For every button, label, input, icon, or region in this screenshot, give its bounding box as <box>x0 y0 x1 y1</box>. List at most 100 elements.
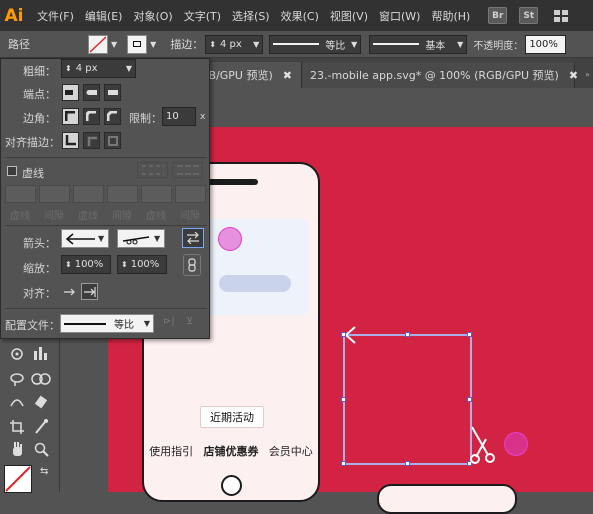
symbol-sprayer-icon[interactable] <box>6 343 28 363</box>
brush-definition[interactable]: 基本 ▼ <box>369 34 468 54</box>
selection-handle[interactable] <box>467 332 472 337</box>
dashed-line-checkbox[interactable] <box>7 166 17 176</box>
menu-help[interactable]: 帮助(H) <box>431 8 470 24</box>
tab-mobile-app-svg[interactable]: 23.-mobile app.svg* @ 100% (RGB/GPU 预览) ✖ <box>302 62 578 88</box>
shape-builder-icon[interactable] <box>30 369 52 389</box>
menu-select[interactable]: 选择(S) <box>232 8 270 24</box>
gap-field-3[interactable] <box>175 185 206 203</box>
close-icon[interactable]: ✖ <box>569 69 578 82</box>
menu-file[interactable]: 文件(F) <box>37 8 74 24</box>
dash-align-corners-button[interactable] <box>172 162 203 178</box>
align-stroke-label: 对齐描边： <box>5 136 60 149</box>
lasso-icon[interactable] <box>6 369 28 389</box>
flip-across-icon[interactable]: ⊻ <box>186 316 193 327</box>
variable-width-profile[interactable]: 等比 ▼ <box>269 34 362 54</box>
stroke-weight-field[interactable]: ⬍ 4 px ▼ <box>205 34 264 54</box>
phone-pill-placeholder[interactable] <box>219 275 291 292</box>
phone-home-button[interactable] <box>221 475 242 496</box>
butt-cap-button[interactable] <box>62 84 79 101</box>
arrow-extend-button[interactable] <box>61 283 78 300</box>
menu-object[interactable]: 对象(O) <box>133 8 172 24</box>
crop-icon[interactable] <box>6 417 28 437</box>
bevel-join-button[interactable] <box>104 108 121 125</box>
promo-button[interactable]: 近期活动 <box>200 406 264 428</box>
bridge-button[interactable]: Br <box>488 7 508 24</box>
click-indicator <box>218 227 242 251</box>
bar-graph-icon[interactable] <box>30 343 52 363</box>
stroke-label: 描边： <box>170 38 204 51</box>
app-logo: Ai <box>0 0 28 31</box>
eraser-icon[interactable] <box>30 392 52 412</box>
round-join-button[interactable] <box>83 108 100 125</box>
start-arrowhead-select[interactable]: ▼ <box>61 229 109 248</box>
align-center-button[interactable] <box>62 132 79 149</box>
fill-color-swatch[interactable] <box>4 465 32 493</box>
gap-label-3: 间隙 <box>180 211 200 222</box>
selection-handle[interactable] <box>341 461 346 466</box>
fill-swatch[interactable] <box>88 34 108 54</box>
miter-join-button[interactable] <box>62 108 79 125</box>
zoom-icon[interactable] <box>30 439 52 459</box>
gap-field-2[interactable] <box>107 185 138 203</box>
scissors-icon <box>470 426 495 464</box>
start-scale-field[interactable]: ⬍ 100% <box>61 255 111 274</box>
workspace-grid-icon[interactable] <box>550 7 572 24</box>
phone-nav-row: 使用指引 店铺优惠券 会员中心 <box>144 442 318 460</box>
selection-handle[interactable] <box>405 461 410 466</box>
hand-icon[interactable] <box>6 439 28 459</box>
menu-effect[interactable]: 效果(C) <box>281 8 319 24</box>
opacity-field[interactable]: 100% <box>525 34 567 54</box>
selection-handle[interactable] <box>341 332 346 337</box>
dash-field-3[interactable] <box>141 185 172 203</box>
chevron-down-icon[interactable]: ▼ <box>111 40 117 49</box>
menu-type[interactable]: 文字(T) <box>184 8 221 24</box>
tabs-overflow-icon[interactable]: » <box>585 70 590 79</box>
dash-field-2[interactable] <box>73 185 104 203</box>
weight-label: 粗细： <box>23 65 56 78</box>
selection-handle[interactable] <box>341 397 346 402</box>
limit-field[interactable]: 10 <box>162 107 196 126</box>
end-arrowhead-select[interactable]: ▼ <box>117 229 165 248</box>
end-scale-field[interactable]: ⬍ 100% <box>117 255 167 274</box>
cap-label: 端点： <box>23 88 56 101</box>
corner-label: 边角： <box>23 112 56 125</box>
control-panel-name: 路径 <box>8 38 30 51</box>
profile-select[interactable]: 等比 ▼ <box>60 314 154 333</box>
dash-label-1: 虚线 <box>10 211 30 222</box>
projecting-cap-button[interactable] <box>104 84 121 101</box>
menu-window[interactable]: 窗口(W) <box>379 8 420 24</box>
arrow-align-label: 对齐： <box>23 287 56 300</box>
selected-path[interactable] <box>335 325 485 475</box>
arrowheads-label: 箭头： <box>23 237 56 250</box>
flip-along-icon[interactable]: ⊳| <box>163 316 175 327</box>
selection-handle[interactable] <box>467 397 472 402</box>
selection-handle[interactable] <box>405 332 410 337</box>
stock-button[interactable]: St <box>519 7 539 24</box>
menu-edit[interactable]: 编辑(E) <box>85 8 123 24</box>
dash-preserve-button[interactable] <box>137 162 168 178</box>
gap-field-1[interactable] <box>39 185 70 203</box>
align-outside-button[interactable] <box>104 132 121 149</box>
dash-field-1[interactable] <box>5 185 36 203</box>
nav-guide[interactable]: 使用指引 <box>149 443 193 459</box>
arrow-place-button[interactable] <box>81 283 98 300</box>
chevron-down-icon[interactable]: ▼ <box>150 40 156 49</box>
tab-active-document[interactable]: GB/GPU 预览) ✖ <box>200 62 302 88</box>
round-cap-button[interactable] <box>83 84 100 101</box>
align-inside-button[interactable] <box>83 132 100 149</box>
scale-label: 缩放： <box>23 262 56 275</box>
close-icon[interactable]: ✖ <box>283 69 292 82</box>
swap-colors-icon[interactable]: ⇆ <box>40 466 48 477</box>
opacity-label: 不透明度： <box>473 40 524 52</box>
curvature-icon[interactable] <box>6 392 28 412</box>
stroke-swatch[interactable] <box>127 34 148 54</box>
menu-view[interactable]: 视图(V) <box>330 8 368 24</box>
nav-coupons[interactable]: 店铺优惠券 <box>203 443 258 459</box>
stroke-panel: 粗细： ⬍ 4 px ▼ 端点： 边角： 限制： 10 x 对齐描边： 虚线 虚线 … <box>0 58 210 339</box>
second-phone-card[interactable] <box>377 484 517 514</box>
nav-member[interactable]: 会员中心 <box>269 443 313 459</box>
swap-arrows-icon[interactable] <box>182 228 204 248</box>
pen-icon[interactable] <box>30 417 52 437</box>
link-icon[interactable] <box>183 254 201 276</box>
weight-field[interactable]: ⬍ 4 px ▼ <box>61 59 136 78</box>
